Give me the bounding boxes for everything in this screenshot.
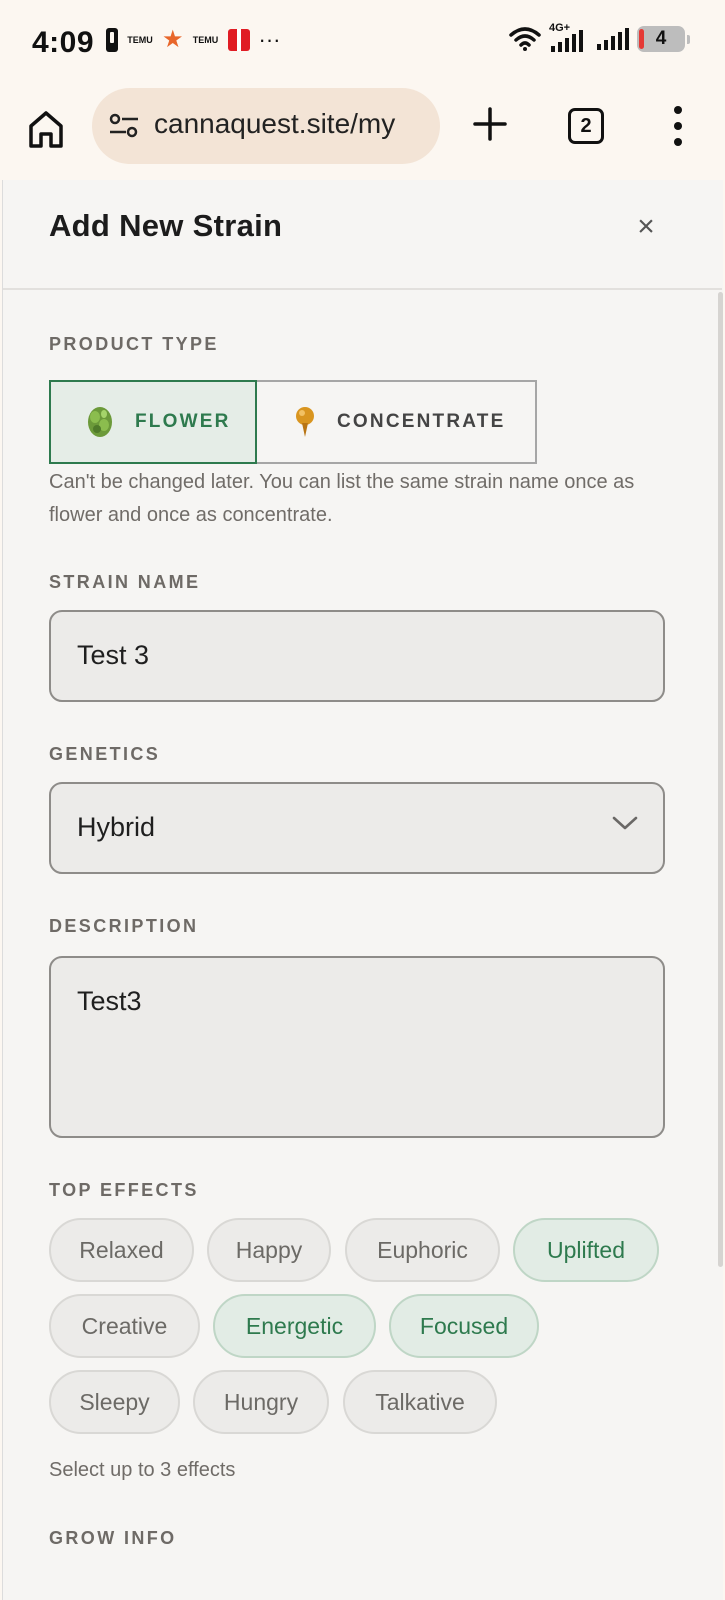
product-type-flower-option[interactable]: FLOWER xyxy=(49,380,257,464)
effect-chip-creative[interactable]: Creative xyxy=(49,1294,200,1358)
signal-icon xyxy=(597,28,629,50)
system-icons: 4G+ 4 xyxy=(509,22,690,52)
concentrate-option-label: CONCENTRATE xyxy=(337,411,506,432)
more-notifications-icon: ··· xyxy=(258,27,281,52)
modal-header: Add New Strain × xyxy=(3,180,722,290)
status-time: 4:09 xyxy=(32,26,95,59)
signal-4g-icon: 4G+ xyxy=(549,22,589,52)
description-textarea[interactable]: Test3 xyxy=(49,956,665,1138)
modal-title: Add New Strain xyxy=(49,208,283,243)
star-icon: ★ xyxy=(162,26,184,53)
effect-chip-hungry[interactable]: Hungry xyxy=(193,1370,329,1434)
top-effects-label: TOP EFFECTS xyxy=(49,1180,199,1200)
browser-menu-icon[interactable] xyxy=(672,106,684,146)
chevron-down-icon xyxy=(612,816,638,830)
genetics-select[interactable]: Hybrid xyxy=(49,782,665,874)
effect-chip-sleepy[interactable]: Sleepy xyxy=(49,1370,180,1434)
tab-switcher-button[interactable]: 2 xyxy=(568,108,604,144)
grow-info-label: GROW INFO xyxy=(49,1528,177,1548)
product-type-label: PRODUCT TYPE xyxy=(49,334,219,354)
strain-name-label: STRAIN NAME xyxy=(49,572,201,592)
effect-chip-talkative[interactable]: Talkative xyxy=(343,1370,497,1434)
effect-chip-uplifted[interactable]: Uplifted xyxy=(513,1218,659,1282)
product-type-hint: Can't be changed later. You can list the… xyxy=(49,471,635,526)
url-text[interactable]: cannaquest.site/my xyxy=(154,108,395,140)
close-button[interactable]: × xyxy=(633,212,659,242)
effect-chip-relaxed[interactable]: Relaxed xyxy=(49,1218,194,1282)
battery-icon: 4 xyxy=(637,26,690,52)
effect-chip-euphoric[interactable]: Euphoric xyxy=(345,1218,500,1282)
effects-hint: Select up to 3 effects xyxy=(49,1459,236,1481)
product-type-selector: FLOWER CONCENTRATE xyxy=(49,380,537,464)
genetics-label: GENETICS xyxy=(49,744,161,764)
effect-chip-focused[interactable]: Focused xyxy=(389,1294,539,1358)
strain-name-input[interactable]: Test 3 xyxy=(49,610,665,702)
description-label: DESCRIPTION xyxy=(49,916,199,936)
site-settings-icon[interactable] xyxy=(108,112,140,140)
temu-icon: TEMU xyxy=(127,34,153,45)
new-tab-icon[interactable] xyxy=(470,104,510,144)
wifi-icon xyxy=(509,27,541,51)
scrollbar[interactable] xyxy=(718,292,723,1267)
effect-chip-happy[interactable]: Happy xyxy=(207,1218,331,1282)
notification-icons: TEMU ★ TEMU ··· xyxy=(106,28,281,52)
browser-toolbar: cannaquest.site/my 2 xyxy=(0,88,725,180)
genetics-value: Hybrid xyxy=(77,812,156,842)
effect-chip-energetic[interactable]: Energetic xyxy=(213,1294,376,1358)
tab-count: 2 xyxy=(580,114,592,137)
temu-icon: TEMU xyxy=(192,34,219,45)
honey-drop-icon xyxy=(293,405,317,439)
address-bar[interactable]: cannaquest.site/my xyxy=(92,88,440,164)
status-bar: 4:09 TEMU ★ TEMU ··· 4G+ 4 xyxy=(0,0,725,88)
gift-icon xyxy=(227,29,250,51)
flower-option-label: FLOWER xyxy=(135,411,231,432)
alert-icon xyxy=(106,28,118,52)
add-strain-modal: Add New Strain × PRODUCT TYPE FLOWER CON… xyxy=(2,180,723,1600)
home-icon[interactable] xyxy=(26,108,66,152)
strain-name-value: Test 3 xyxy=(77,640,150,670)
product-type-concentrate-option[interactable]: CONCENTRATE xyxy=(257,380,537,464)
description-value: Test3 xyxy=(77,986,142,1016)
cannabis-bud-icon xyxy=(85,404,115,440)
